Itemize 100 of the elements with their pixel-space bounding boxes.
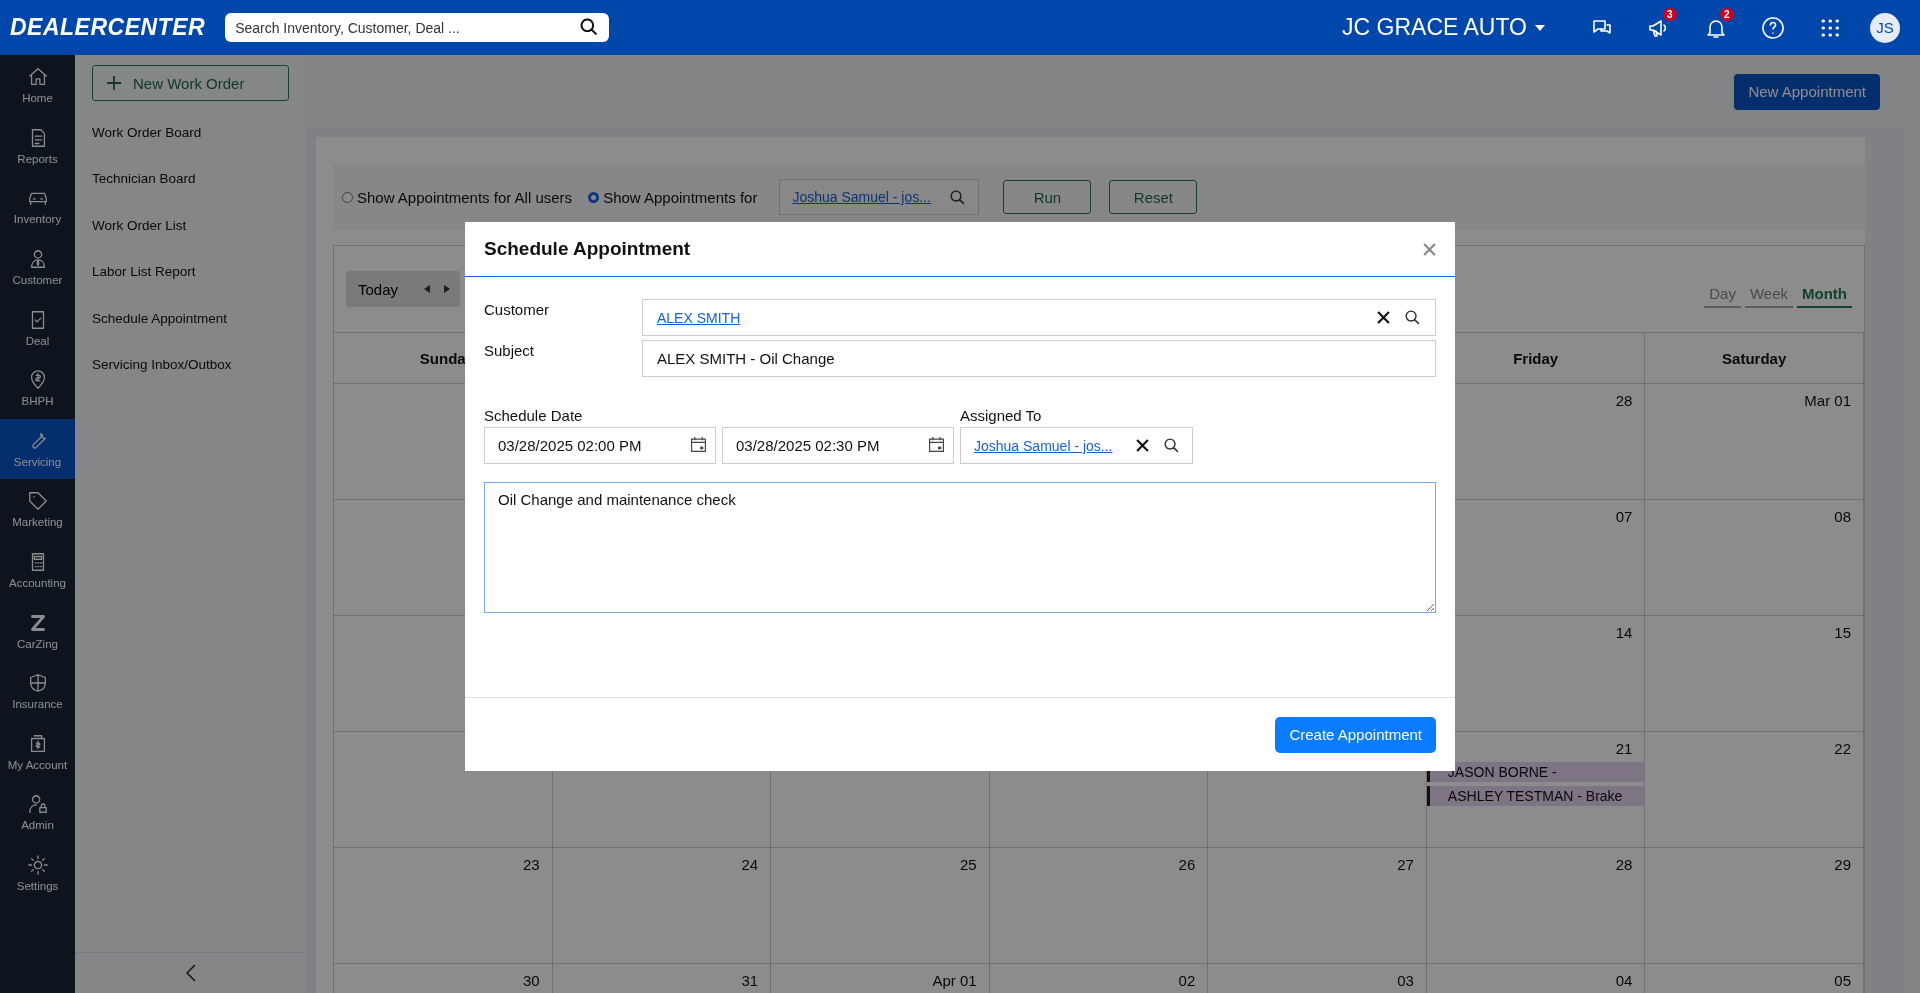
calendar-day-cell[interactable]: 27 [1208, 848, 1427, 964]
help-icon[interactable] [1760, 15, 1785, 40]
field-label: Subject [484, 341, 536, 361]
day-number: Mar 01 [1804, 392, 1852, 410]
radio-button[interactable] [342, 191, 353, 203]
assigned-field[interactable]: Joshua Samuel - jos... [960, 427, 1193, 464]
calendar-day-cell[interactable]: 30 [334, 964, 553, 993]
calendar-day-cell[interactable]: 25 [771, 848, 990, 964]
nav-item[interactable]: Customer [0, 236, 75, 298]
nav-item[interactable]: Reports [0, 115, 75, 177]
nav-item[interactable]: Insurance [0, 660, 75, 722]
weekday-header: Saturday [1722, 349, 1787, 367]
radio-button[interactable] [588, 191, 600, 203]
submenu-link[interactable]: Schedule Appointment [92, 295, 289, 342]
nav-item[interactable]: BHPH [0, 357, 75, 419]
day-number: 02 [1178, 972, 1197, 990]
reset-button[interactable]: Reset [1109, 180, 1198, 214]
caret-icon[interactable] [1535, 24, 1545, 31]
day-number: 03 [1397, 972, 1415, 990]
nav-item[interactable]: Deal [0, 297, 75, 358]
previous-icon[interactable] [424, 285, 431, 293]
calendar-day-cell[interactable]: 31 [552, 964, 772, 993]
day-number: 05 [1834, 972, 1852, 990]
search-field[interactable]: Search Inventory, Customer, Deal ... [225, 13, 610, 42]
view-tab[interactable]: Month [1797, 280, 1852, 308]
dialog-title: Schedule Appointment [484, 238, 691, 260]
subject-field[interactable]: ALEX SMITH - Oil Change [642, 340, 1436, 377]
submenu-link[interactable]: Work Order Board [92, 109, 289, 156]
calendar-day-cell[interactable]: 15 [1645, 616, 1864, 732]
day-number: 04 [1615, 972, 1634, 990]
radio-option[interactable]: Show Appointments for [588, 188, 758, 206]
calendar-day-cell[interactable]: Mar 01 [1645, 384, 1864, 500]
radio-option[interactable]: Show Appointments for All users [342, 188, 573, 206]
plus-icon [107, 76, 121, 90]
notification-badge: 3 [1663, 7, 1677, 21]
submenu-link[interactable]: Technician Board [92, 155, 289, 202]
date-field[interactable]: 03/28/2025 02:00 PM [484, 427, 716, 464]
calendar-day-cell[interactable]: 05 [1645, 964, 1864, 993]
close-icon[interactable] [1423, 242, 1436, 256]
nav-item[interactable]: Inventory [0, 176, 75, 237]
search-icon[interactable] [1163, 437, 1180, 454]
calendar-day-cell[interactable]: 26 [989, 848, 1209, 964]
collapse-icon[interactable] [185, 964, 196, 982]
notes-field[interactable]: Oil Change and maintenance check [484, 482, 1436, 613]
nav-item[interactable]: Marketing [0, 479, 75, 540]
search-icon[interactable] [579, 17, 600, 37]
nav-item[interactable]: Home [0, 55, 75, 116]
calendar-day-cell[interactable]: 08 [1645, 500, 1864, 616]
nav-item[interactable]: Servicing [0, 418, 75, 480]
day-number: 30 [522, 972, 541, 990]
user-avatar[interactable]: JS [1870, 12, 1900, 43]
user-lock-icon [26, 793, 49, 816]
calendar-icon[interactable] [690, 436, 707, 453]
calendar-event[interactable]: ASHLEY TESTMAN - Brake [1426, 786, 1645, 806]
calendar-day-cell[interactable]: 04 [1426, 964, 1646, 993]
calendar-day-cell[interactable]: 22 [1645, 732, 1864, 848]
customer-link[interactable]: ALEX SMITH [657, 309, 1363, 326]
day-number: 08 [1834, 508, 1852, 526]
nav-item[interactable]: Admin [0, 782, 75, 843]
nav-item[interactable]: My Account [0, 721, 75, 783]
new-appointment-button[interactable]: New Appointment [1734, 73, 1880, 110]
field-label: Assigned To [960, 407, 1043, 424]
clear-icon[interactable] [1136, 439, 1149, 452]
submenu-link[interactable]: Servicing Inbox/Outbox [92, 341, 289, 388]
day-number: 25 [960, 856, 978, 874]
run-button[interactable]: Run [1003, 180, 1092, 214]
user-field[interactable]: Joshua Samuel - jos... [779, 179, 980, 215]
calendar-day-cell[interactable]: 02 [989, 964, 1209, 993]
submenu-link[interactable]: Work Order List [92, 202, 289, 249]
new-work-order-button[interactable]: New Work Order [92, 65, 289, 101]
next-icon[interactable] [444, 285, 451, 293]
day-number: 28 [1615, 392, 1634, 410]
create-appointment-button[interactable]: Create Appointment [1275, 716, 1436, 753]
clear-icon[interactable] [1377, 311, 1390, 324]
calendar-day-cell[interactable]: 23 [334, 848, 553, 964]
day-number: 15 [1834, 624, 1852, 642]
day-number: 22 [1834, 740, 1852, 758]
submenu-link[interactable]: Labor List Report [92, 248, 289, 295]
nav-item[interactable]: Settings [0, 842, 75, 904]
customer-field[interactable]: ALEX SMITH [642, 299, 1436, 336]
day-number: 14 [1615, 624, 1634, 642]
date-field[interactable]: 03/28/2025 02:30 PM [722, 427, 954, 464]
weekday-header: Sunda [419, 349, 466, 367]
user-link[interactable]: Joshua Samuel - jos... [792, 189, 931, 205]
logo[interactable]: DEALERCENTER [10, 14, 206, 41]
calendar-day-cell[interactable]: 28 [1426, 848, 1646, 964]
day-number: 21 [1615, 740, 1634, 758]
nav-item[interactable]: Accounting [0, 539, 75, 601]
search-icon[interactable] [1404, 309, 1421, 326]
calendar-day-cell[interactable]: 29 [1645, 848, 1864, 964]
calendar-day-cell[interactable]: 24 [552, 848, 772, 964]
day-number: 31 [741, 972, 760, 990]
day-number: Apr 01 [932, 972, 978, 990]
nav-item[interactable]: CarZing [0, 600, 75, 661]
field-label: Customer [484, 300, 551, 320]
calendar-day-cell[interactable]: Apr 01 [771, 964, 990, 993]
dealer-selector[interactable]: JC GRACE AUTO [1342, 14, 1527, 41]
assignee-link[interactable]: Joshua Samuel - jos... [974, 437, 1122, 454]
calendar-day-cell[interactable]: 03 [1208, 964, 1427, 993]
calendar-icon[interactable] [928, 436, 945, 453]
